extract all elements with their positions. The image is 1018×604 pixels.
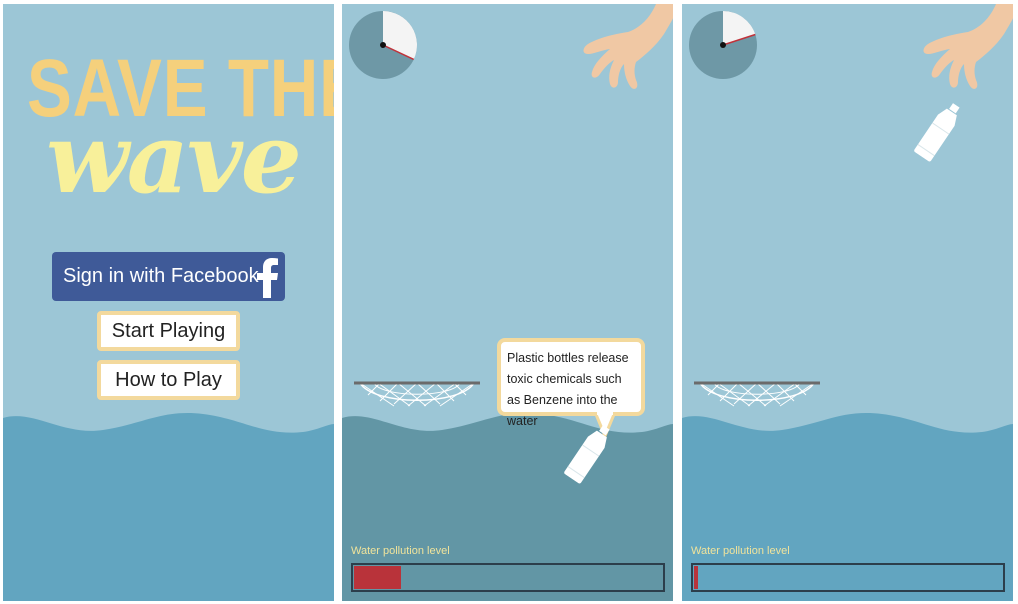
game-screen: Water pollution level — [682, 4, 1013, 601]
game-screen-tip: Plastic bottles release toxic chemicals … — [342, 4, 673, 601]
how-to-play-button[interactable]: How to Play — [97, 360, 240, 400]
hand-icon — [583, 4, 673, 89]
screenshot-collage: SAVE THE wave Sign in with Facebook Star… — [0, 0, 1018, 604]
fact-speech-bubble: Plastic bottles release toxic chemicals … — [497, 338, 645, 428]
start-playing-button[interactable]: Start Playing — [97, 311, 240, 351]
fishing-net-icon — [694, 381, 820, 407]
pollution-meter — [691, 563, 1005, 592]
pollution-label: Water pollution level — [691, 545, 790, 557]
pie-timer-icon — [349, 11, 417, 79]
pollution-label: Water pollution level — [351, 545, 450, 557]
facebook-signin-button[interactable]: Sign in with Facebook — [52, 252, 285, 301]
hand-icon — [923, 4, 1013, 89]
fishing-net-icon — [354, 381, 480, 407]
pie-timer-icon — [689, 11, 757, 79]
title-wave: wave — [46, 102, 302, 215]
facebook-f-icon — [257, 258, 278, 298]
pollution-meter — [351, 563, 665, 592]
pollution-meter-fill — [354, 566, 401, 589]
menu-screen: SAVE THE wave Sign in with Facebook Star… — [3, 4, 334, 601]
facebook-signin-label: Sign in with Facebook — [63, 265, 259, 287]
pollution-meter-fill — [694, 566, 698, 589]
